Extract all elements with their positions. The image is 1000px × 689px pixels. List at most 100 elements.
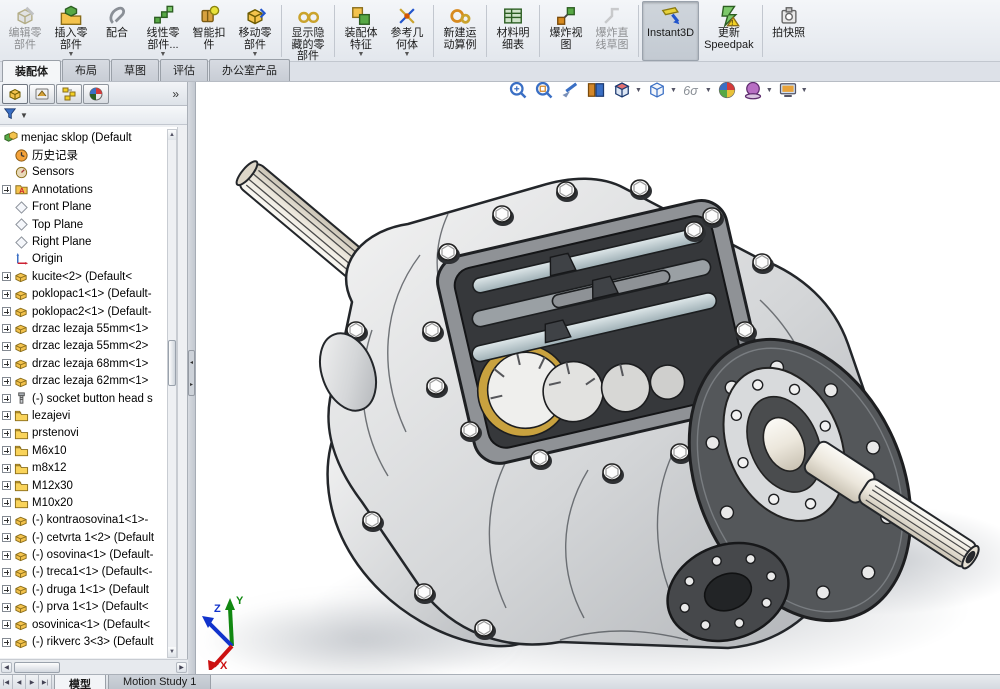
bottom-tab-motion-study-1[interactable]: Motion Study 1 (108, 675, 211, 689)
tree-vertical-scrollbar[interactable]: ▲ ▼ (167, 129, 177, 658)
tree-horizontal-scrollbar[interactable]: ◀ ▶ (0, 659, 188, 674)
snapshot-button[interactable]: 拍快照 (766, 1, 812, 61)
exploded-view-button[interactable]: 爆炸视 图 (543, 1, 589, 61)
tree-item-prva-1-1-default[interactable]: (-) prva 1<1> (Default< (0, 599, 177, 616)
vscroll-thumb[interactable] (168, 340, 176, 386)
expand-plus-icon[interactable] (2, 359, 11, 368)
tree-item-kontraosovina1-1[interactable]: (-) kontraosovina1<1>- (0, 512, 177, 529)
expand-plus-icon[interactable] (2, 551, 11, 560)
tree-item-origin[interactable]: Origin (0, 251, 177, 268)
panel-overflow-chevron[interactable]: » (172, 87, 179, 101)
nav-next-button[interactable]: ▶ (26, 675, 39, 689)
tree-item-top-plane[interactable]: Top Plane (0, 216, 177, 233)
tree-item-drzac-lezaja-55mm-1[interactable]: drzac lezaja 55mm<1> (0, 320, 177, 337)
dropdown-caret-icon[interactable]: ▼ (160, 52, 167, 58)
tree-item-right-plane[interactable]: Right Plane (0, 233, 177, 250)
expand-plus-icon[interactable] (2, 272, 11, 281)
motion-study-button[interactable]: 新建运 动算例 (437, 1, 483, 61)
expand-plus-icon[interactable] (2, 342, 11, 351)
tree-item-lezajevi[interactable]: lezajevi (0, 407, 177, 424)
expand-plus-icon[interactable] (2, 464, 11, 473)
update-speedpak-button[interactable]: !更新 Speedpak (699, 1, 759, 61)
filter-funnel-icon[interactable] (3, 107, 17, 124)
nav-first-button[interactable]: |◀ (0, 675, 13, 689)
tree-item-poklopac1-1-default[interactable]: poklopac1<1> (Default- (0, 286, 177, 303)
tree-item-osovinica-1-default[interactable]: osovinica<1> (Default< (0, 616, 177, 633)
expand-plus-icon[interactable] (2, 307, 11, 316)
filter-dropdown-caret[interactable]: ▼ (20, 111, 28, 120)
dropdown-caret-icon[interactable]: ▼ (68, 52, 75, 58)
tree-item-kucite-2-default-de[interactable]: kucite<2> (Default< (0, 268, 177, 285)
tree-item-drzac-lezaja-62mm-1[interactable]: drzac lezaja 62mm<1> (0, 372, 177, 389)
scroll-up-arrow[interactable]: ▲ (168, 130, 176, 140)
expand-plus-icon[interactable] (2, 585, 11, 594)
instant3d-button[interactable]: Instant3D (642, 1, 699, 61)
hscroll-thumb[interactable] (14, 662, 60, 673)
propertymanager-tab[interactable] (29, 84, 55, 104)
tree-item-cetvrta-1-2-default[interactable]: (-) cetvrta 1<2> (Default (0, 529, 177, 546)
tab-草图[interactable]: 草图 (111, 59, 159, 81)
mate-button[interactable]: 配合 (94, 1, 140, 61)
expand-plus-icon[interactable] (2, 638, 11, 647)
expand-plus-icon[interactable] (2, 394, 11, 403)
tree-item-front-plane[interactable]: Front Plane (0, 199, 177, 216)
tree-item-drzac-lezaja-55mm-2[interactable]: drzac lezaja 55mm<2> (0, 338, 177, 355)
featuremanager-tree-tab[interactable] (2, 84, 28, 104)
expand-plus-icon[interactable] (2, 185, 11, 194)
tree-item-socket-button-head-s[interactable]: (-) socket button head s (0, 390, 177, 407)
nav-prev-button[interactable]: ◀ (13, 675, 26, 689)
expand-plus-icon[interactable] (2, 498, 11, 507)
tree-item-m12x30[interactable]: M12x30 (0, 477, 177, 494)
tree-item-rikverc-3-3-default[interactable]: (-) rikverc 3<3> (Default (0, 633, 177, 650)
expand-plus-icon[interactable] (2, 429, 11, 438)
dropdown-caret-icon[interactable]: ▼ (404, 52, 411, 58)
smart-fasteners-button[interactable]: 智能扣 件 (186, 1, 232, 61)
move-component-button[interactable]: 移动零 部件▼ (232, 1, 278, 61)
tree-item-sensors[interactable]: Sensors (0, 164, 177, 181)
gearbox-assembly-model[interactable] (196, 82, 1000, 674)
scroll-right-arrow[interactable]: ▶ (176, 662, 187, 673)
bottom-tab-模型[interactable]: 模型 (54, 675, 106, 689)
expand-plus-icon[interactable] (2, 516, 11, 525)
expand-plus-icon[interactable] (2, 411, 11, 420)
tree-item-treca1-1-default[interactable]: (-) treca1<1> (Default<- (0, 564, 177, 581)
tree-item-[interactable]: 历史记录 (0, 146, 177, 163)
tab-布局[interactable]: 布局 (62, 59, 110, 81)
tab-评估[interactable]: 评估 (160, 59, 208, 81)
insert-component-button[interactable]: 插入零 部件▼ (48, 1, 94, 61)
show-hidden-components-button[interactable]: 显示隐 藏的零 部件 (285, 1, 331, 61)
linear-pattern-button[interactable]: 线性零 部件...▼ (140, 1, 186, 61)
graphics-viewport[interactable]: ▼▼6σ▼▼▼ (196, 82, 1000, 674)
tree-item-druga-1-1-default[interactable]: (-) druga 1<1> (Default (0, 581, 177, 598)
expand-plus-icon[interactable] (2, 290, 11, 299)
tree-filter-row[interactable]: ▼ (0, 106, 187, 125)
tree-item-annotations[interactable]: AAnnotations (0, 181, 177, 198)
dropdown-caret-icon[interactable]: ▼ (252, 52, 259, 58)
tree-item-m6x10[interactable]: M6x10 (0, 442, 177, 459)
bill-of-materials-button[interactable]: 材料明 细表 (490, 1, 536, 61)
tree-item-prstenovi[interactable]: prstenovi (0, 425, 177, 442)
tree-item-poklopac2-1-default[interactable]: poklopac2<1> (Default- (0, 303, 177, 320)
expand-plus-icon[interactable] (2, 446, 11, 455)
tree-item-m10x20[interactable]: M10x20 (0, 494, 177, 511)
tree-item-osovina-1-default[interactable]: (-) osovina<1> (Default- (0, 546, 177, 563)
tab-办公室产品[interactable]: 办公室产品 (209, 59, 290, 81)
scroll-left-arrow[interactable]: ◀ (1, 662, 12, 673)
configurationmanager-tab[interactable] (56, 84, 82, 104)
tree-item-m8x12[interactable]: m8x12 (0, 459, 177, 476)
dropdown-caret-icon[interactable]: ▼ (358, 52, 365, 58)
displaymanager-tab[interactable] (83, 84, 109, 104)
reference-geometry-button[interactable]: 参考几 何体▼ (384, 1, 430, 61)
expand-plus-icon[interactable] (2, 481, 11, 490)
tree-item-menjac-sklop-default-dis[interactable]: menjac sklop (Default (0, 129, 177, 146)
expand-plus-icon[interactable] (2, 568, 11, 577)
expand-plus-icon[interactable] (2, 620, 11, 629)
expand-plus-icon[interactable] (2, 603, 11, 612)
scroll-down-arrow[interactable]: ▼ (168, 647, 176, 657)
panel-splitter[interactable]: ◂▸ (188, 82, 196, 674)
nav-last-button[interactable]: ▶| (39, 675, 52, 689)
expand-plus-icon[interactable] (2, 324, 11, 333)
expand-plus-icon[interactable] (2, 533, 11, 542)
assembly-features-button[interactable]: 装配体 特征▼ (338, 1, 384, 61)
tree-item-drzac-lezaja-68mm-1[interactable]: drzac lezaja 68mm<1> (0, 355, 177, 372)
